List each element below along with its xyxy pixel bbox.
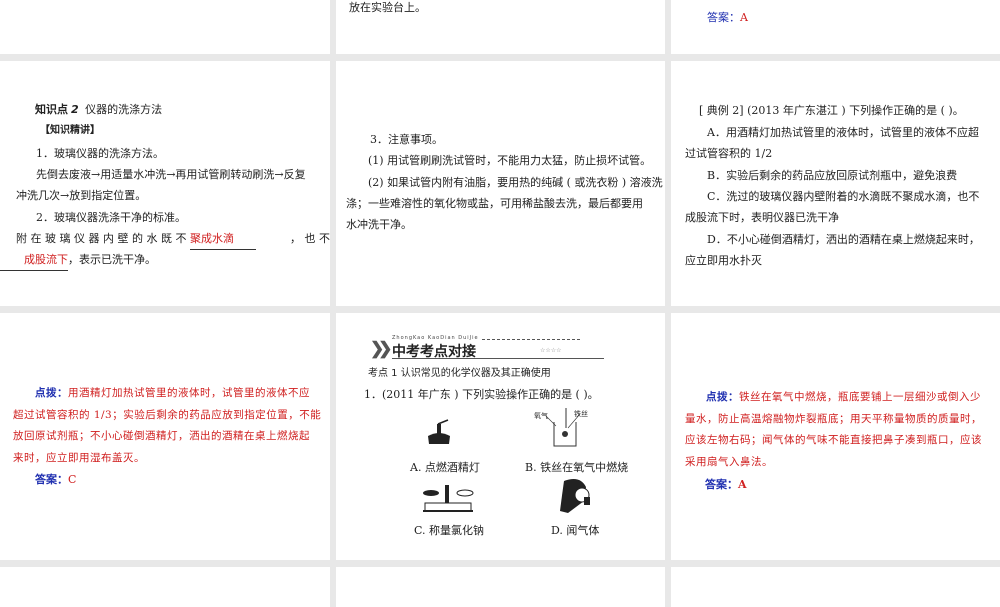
hint-text: 采用扇气入鼻法。 [685,456,773,468]
slide-text: 成股流下，表示已洗干净。 [0,249,156,271]
slide-text: 水冲洗干净。 [346,218,412,231]
option-d: D．不小心碰倒酒精灯，洒出的酒精在桌上燃烧起来时， [707,233,980,246]
slide-text: 1．玻璃仪器的洗涤方法。 [36,147,164,160]
slide-text: (1) 用试管刷刷洗试管时，不能用力太猛，防止损坏试管。 [368,154,652,167]
slide-thumbnail[interactable]: ❯❯ ZhongKao KaoDian DuiJie 中考考点对接 ☆☆☆☆ 考… [336,313,665,560]
slide-thumbnail[interactable]: 点拨：用酒精灯加热试管里的液体时，试管里的液体不应 超过试管容积的 1/3；实验… [0,313,330,560]
hint-text: 来时，应立即用湿布盖灭。 [13,452,145,464]
option-a: A. 点燃酒精灯 [410,461,480,474]
hint-label: 点拨： [35,387,68,399]
slide-thumbnail[interactable] [671,567,1000,607]
hint-label: 点拨： [706,391,739,403]
figure-label: 氧气 [534,412,548,420]
slide-text: 放在实验台上。 [349,1,426,14]
hint-text: 铁丝在氧气中燃烧，瓶底要铺上一层细沙或倒入少 [739,391,981,403]
question-text: [ 典例 2] (2013 年广东湛江 ) 下列操作正确的是 ( )。 [699,104,964,117]
question-text: 1．(2011 年广东 ) 下列实验操作正确的是 ( )。 [364,388,599,401]
slide-thumbnail[interactable] [0,0,330,54]
option-d: D. 闻气体 [551,524,600,537]
chevron-icon: ❯❯ [370,339,392,359]
option-b: B. 铁丝在氧气中燃烧 [525,461,629,474]
answer-label: 答案： [705,478,738,491]
hint-text: 用酒精灯加热试管里的液体时，试管里的液体不应 [68,387,310,399]
section-banner: ❯❯ ZhongKao KaoDian DuiJie 中考考点对接 ☆☆☆☆ [370,335,604,361]
option-c: C. 称量氯化钠 [414,524,485,537]
slide-thumbnail[interactable] [336,567,665,607]
balance-scale-figure [423,485,474,512]
slide-thumbnail[interactable]: 3．注意事项。 (1) 用试管刷刷洗试管时，不能用力太猛，防止损坏试管。 (2)… [336,61,665,306]
figure-label: 铁丝 [574,410,588,418]
slide-text: 3．注意事项。 [370,133,443,146]
slide-text: 冲洗几次→放到指定位置。 [16,189,147,202]
alcohol-lamp-figure [428,419,450,444]
answer-value: A [738,478,747,491]
slide-text: 先倒去废液→用适量水冲洗→再用试管刷转动刷洗→反复 [36,168,306,181]
slide-text: (2) 如果试管内附有油脂，要用热的纯碱 ( 或洗衣粉 ) 溶液洗 [368,176,663,189]
slide-text: 涤；一些难溶性的氧化物或盐，可用稀盐酸去洗，最后都要用 [346,197,643,210]
option-a-cont: 过试管容积的 1/2 [685,147,773,160]
hint-text: 超过试管容积的 1/3；实验后剩余的药品应放到指定位置，不能 [13,409,322,421]
option-c: C．洗过的玻璃仪器内壁附着的水滴既不聚成水滴，也不 [707,190,980,203]
option-b: B．实验后剩余的药品应放回原试剂瓶中，避免浪费 [707,169,958,182]
slide-thumbnail[interactable]: 点拨：铁丝在氧气中燃烧，瓶底要铺上一层细沙或倒入少 量水，防止高温熔融物炸裂瓶底… [671,313,1000,560]
slide-thumbnail[interactable] [0,567,330,607]
smelling-gas-figure [560,479,590,513]
topic-heading: 考点 1 认识常见的化学仪器及其正确使用 [368,368,551,379]
answer-value: C [68,473,77,486]
slide-thumbnail[interactable]: [ 典例 2] (2013 年广东湛江 ) 下列操作正确的是 ( )。 A．用酒… [671,61,1000,306]
hint-text: 应该左物右码；闻气体的气味不能直接把鼻子凑到瓶口，应该 [685,434,982,446]
hint-text: 放回原试剂瓶；不小心碰倒酒精灯，洒出的酒精在桌上燃烧起 [13,430,310,442]
answer-value: A [740,11,748,24]
option-d-cont: 应立即用水扑灭 [685,254,762,267]
answer-label: 答案： [707,11,740,24]
slide-text: 附 在 玻 璃 仪 器 内 壁 的 水 既 不 聚成水滴， 也 不 [16,228,330,250]
slide-thumbnail[interactable]: 放在实验台上。 [336,0,665,54]
option-c-cont: 成股流下时，表明仪器已洗干净 [685,211,839,224]
section-title: 【知识精讲】 [40,125,100,136]
slide-thumbnail[interactable]: 知识点 2 仪器的洗涤方法 【知识精讲】 1．玻璃仪器的洗涤方法。 先倒去废液→用… [0,61,330,306]
answer-label: 答案： [35,473,68,486]
knowledge-heading: 知识点 2 仪器的洗涤方法 [35,103,163,116]
slide-thumbnail[interactable]: 答案：A [671,0,1000,54]
hint-text: 量水，防止高温熔融物炸裂瓶底；用天平称量物质的质量时， [685,413,982,425]
rating-stars: ☆☆☆☆ [540,347,562,354]
option-a: A．用酒精灯加热试管里的液体时，试管里的液体不应超 [707,126,979,139]
slide-text: 2．玻璃仪器洗涤干净的标准。 [36,211,186,224]
